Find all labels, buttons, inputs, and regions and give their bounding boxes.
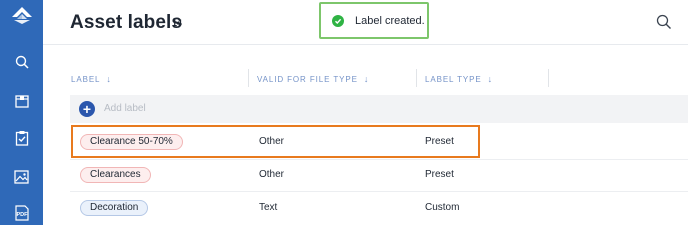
column-header-label[interactable]: LABEL ↓: [71, 74, 111, 84]
toast-message: Label created.: [355, 14, 425, 27]
row-divider: [70, 191, 688, 192]
sidebar: PDF: [0, 0, 43, 225]
column-header-file-type-text: VALID FOR FILE TYPE: [257, 74, 358, 84]
header-divider: [43, 44, 688, 45]
row-highlight-box: [71, 125, 480, 158]
column-divider: [248, 69, 249, 87]
package-icon[interactable]: [0, 86, 43, 114]
label-type-cell: Preset: [425, 169, 454, 180]
add-label-text: Add label: [104, 103, 146, 114]
column-divider: [548, 69, 549, 87]
column-header-label-type-text: LABEL TYPE: [425, 74, 482, 84]
column-header-label-text: LABEL: [71, 74, 101, 84]
column-header-file-type[interactable]: VALID FOR FILE TYPE ↓: [257, 74, 368, 84]
label-pill[interactable]: Clearances: [80, 167, 151, 183]
check-circle-icon: [332, 14, 344, 27]
svg-text:PDF: PDF: [16, 212, 28, 218]
search-button[interactable]: [656, 14, 672, 30]
file-type-cell: Other: [259, 169, 285, 180]
label-pill[interactable]: Decoration: [80, 200, 149, 216]
search-icon[interactable]: [0, 48, 43, 76]
sort-arrow-icon: ↓: [106, 74, 111, 84]
logo-icon[interactable]: [0, 2, 43, 30]
column-header-label-type[interactable]: LABEL TYPE ↓: [425, 74, 492, 84]
sort-arrow-icon: ↓: [487, 74, 493, 84]
sort-arrow-icon: ↓: [363, 74, 369, 84]
clipboard-check-icon[interactable]: [0, 124, 43, 152]
search-icon: [656, 14, 671, 29]
label-count: 14: [172, 18, 183, 28]
main-content: Asset labels 14 Label created. LABEL ↓ V…: [43, 0, 688, 225]
image-icon[interactable]: [0, 163, 43, 191]
label-type-cell: Custom: [425, 202, 460, 213]
add-label-row[interactable]: + Add label: [70, 95, 688, 123]
page-title: Asset labels: [70, 12, 183, 33]
file-type-cell: Text: [259, 202, 278, 213]
pdf-icon[interactable]: PDF: [0, 199, 43, 227]
toast-notification: Label created.: [319, 2, 429, 39]
column-divider: [416, 69, 417, 87]
add-label-button[interactable]: +: [79, 101, 95, 117]
table-row[interactable]: Clearances Other Preset: [70, 160, 688, 190]
table-row[interactable]: Decoration Text Custom: [70, 193, 688, 223]
